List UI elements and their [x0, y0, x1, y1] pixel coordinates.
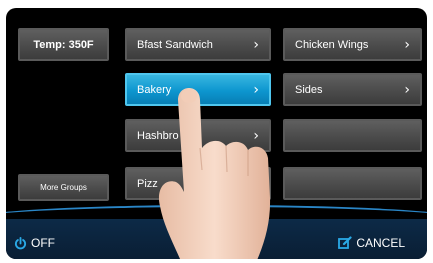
menu-item-label: Sides	[295, 83, 323, 96]
menu-item-label: Bfast Sandwich	[137, 38, 213, 51]
empty-slot-button[interactable]	[283, 119, 422, 152]
chevron-right-icon: ›	[404, 81, 410, 98]
off-button[interactable]: OFF	[14, 236, 55, 250]
temperature-label: Temp: 350F	[33, 38, 94, 51]
menu-item-sides[interactable]: Sides ›	[283, 73, 422, 106]
device-screen: Temp: 350F Bfast Sandwich › Chicken Wing…	[6, 8, 427, 259]
menu-item-bfast-sandwich[interactable]: Bfast Sandwich ›	[125, 28, 271, 61]
chevron-right-icon: ›	[253, 36, 259, 53]
pointing-hand-image	[159, 88, 271, 259]
temperature-button[interactable]: Temp: 350F	[18, 28, 109, 61]
more-groups-label: More Groups	[40, 183, 87, 192]
menu-item-label: Chicken Wings	[295, 38, 369, 51]
more-groups-button[interactable]: More Groups	[18, 174, 109, 201]
cancel-button[interactable]: CANCEL	[338, 236, 405, 250]
menu-item-label: Pizz	[137, 177, 158, 190]
off-label: OFF	[31, 236, 55, 250]
edit-icon	[338, 236, 352, 249]
menu-item-chicken-wings[interactable]: Chicken Wings ›	[283, 28, 422, 61]
cancel-label: CANCEL	[356, 236, 405, 250]
power-icon	[14, 236, 27, 249]
chevron-right-icon: ›	[404, 36, 410, 53]
empty-slot-button[interactable]	[283, 167, 422, 200]
